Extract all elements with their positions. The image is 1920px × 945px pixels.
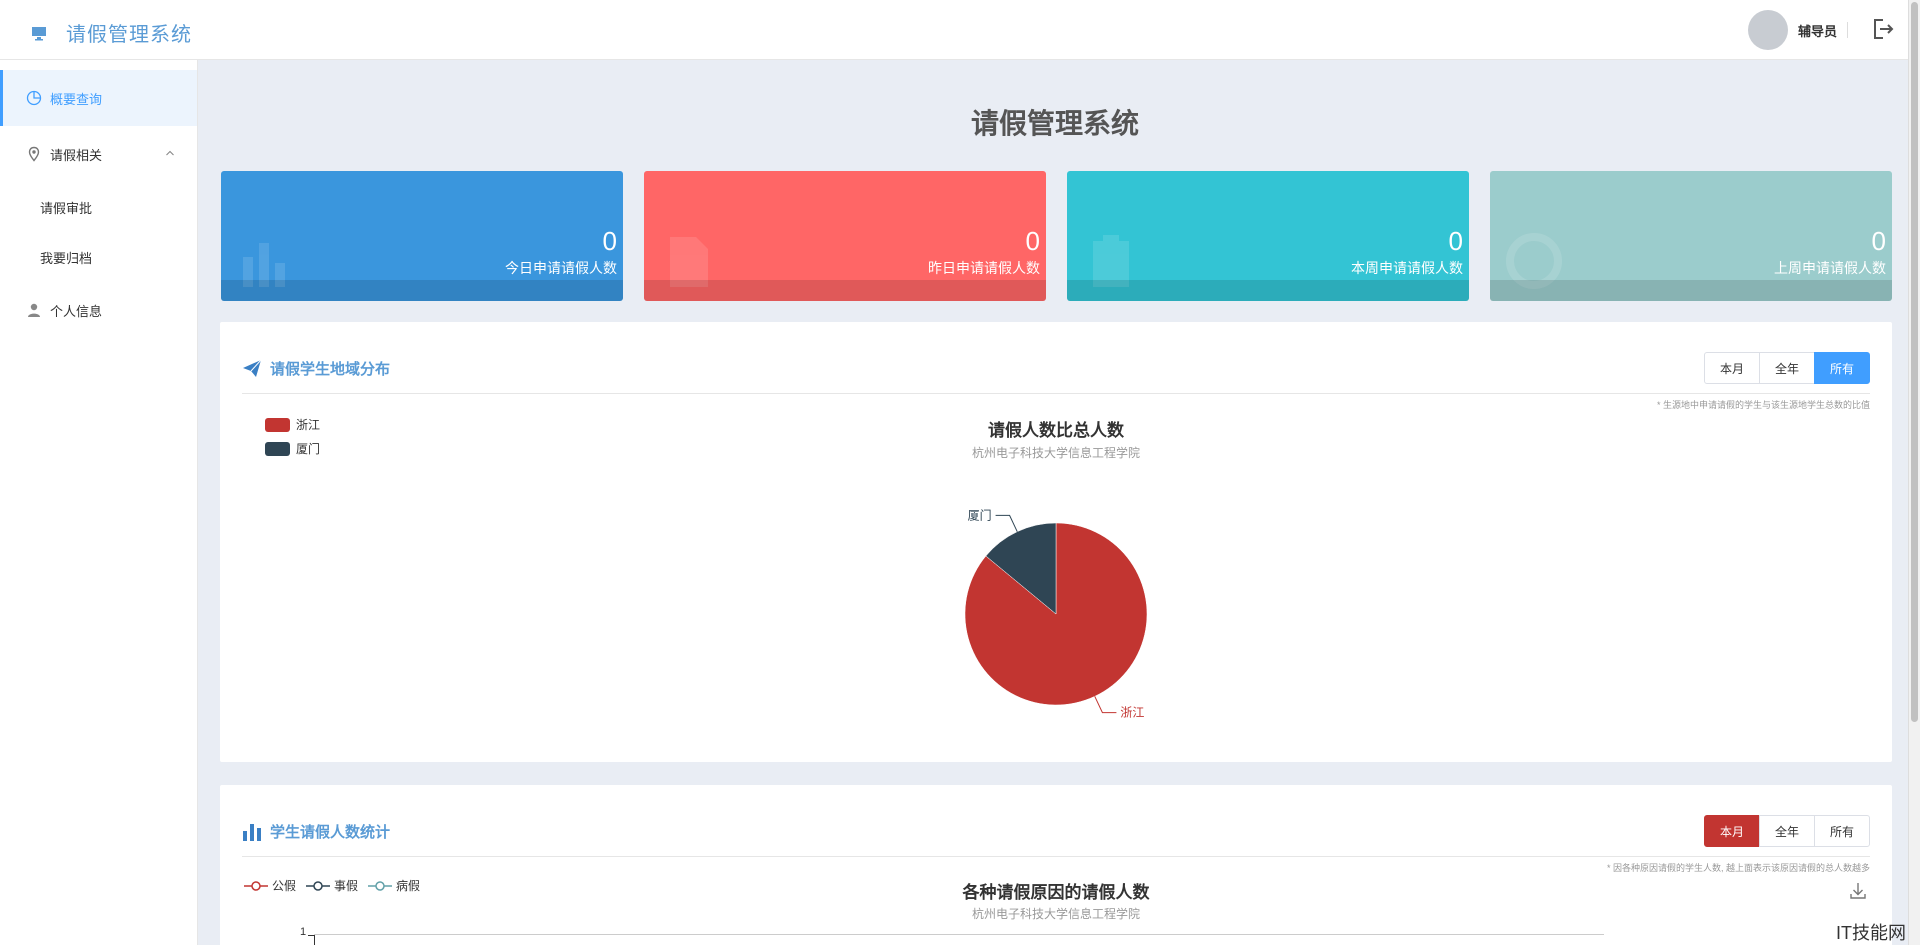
- stat-label: 今日申请请假人数: [505, 260, 617, 276]
- panel-header: 学生请假人数统计 本月 全年 所有: [242, 815, 1870, 857]
- bar-chart-icon: [243, 823, 261, 841]
- stats-panel: 学生请假人数统计 本月 全年 所有 * 因各种原因请假的学生人数, 越上面表示该…: [220, 785, 1892, 945]
- stat-card-yesterday[interactable]: 0 昨日申请请假人数: [644, 171, 1046, 301]
- sidebar-item-archive[interactable]: 我要归档: [0, 232, 197, 282]
- filter-year-button[interactable]: 全年: [1759, 815, 1815, 847]
- y-tick-label: 1: [300, 926, 307, 938]
- logout-icon[interactable]: [1870, 16, 1896, 42]
- stat-card-this-week[interactable]: 0 本周申请请假人数: [1067, 171, 1469, 301]
- pie-chart: 浙江 厦门: [964, 507, 1148, 720]
- panel-title: 学生请假人数统计: [242, 821, 390, 842]
- stat-card-last-week[interactable]: 0 上周申请请假人数: [1490, 171, 1892, 301]
- pie-label: 浙江: [1120, 706, 1144, 720]
- pie-label-line: [995, 514, 1018, 532]
- sidebar-item-label: 个人信息: [50, 303, 103, 319]
- sidebar: 概要查询 请假相关 请假审批 我要归档 个人信息: [0, 60, 198, 945]
- sidebar-item-leave[interactable]: 请假相关: [0, 126, 197, 182]
- stat-value: 0: [1448, 226, 1463, 256]
- stat-footer: [1490, 280, 1892, 301]
- stat-footer: [1067, 280, 1469, 301]
- stat-value: 0: [1871, 226, 1886, 256]
- stat-value: 0: [1025, 226, 1040, 256]
- location-icon: [28, 146, 40, 162]
- monitor-icon: [32, 26, 46, 40]
- panel-title-text: 学生请假人数统计: [270, 824, 391, 841]
- region-panel: 请假学生地域分布 本月 全年 所有 * 生源地中申请请假的学生与该生源地学生总数…: [220, 322, 1892, 762]
- sidebar-item-label: 请假相关: [50, 147, 103, 163]
- pie-chart-icon: [26, 90, 42, 106]
- top-bar: 请假管理系统 辅导员: [0, 0, 1908, 60]
- sidebar-item-approval[interactable]: 请假审批: [0, 182, 197, 232]
- sidebar-item-label: 概要查询: [50, 91, 103, 107]
- stat-card-today[interactable]: 0 今日申请请假人数: [221, 171, 623, 301]
- pie-label: 厦门: [968, 507, 992, 522]
- grid-line: [314, 934, 1604, 935]
- range-toggle: 本月 全年 所有: [1704, 815, 1870, 847]
- avatar[interactable]: [1747, 10, 1788, 50]
- sidebar-item-profile[interactable]: 个人信息: [0, 282, 197, 338]
- brand[interactable]: 请假管理系统: [30, 18, 192, 47]
- vertical-scrollbar[interactable]: [1908, 0, 1920, 945]
- scrollbar-thumb[interactable]: [1911, 2, 1918, 722]
- filter-all-button[interactable]: 所有: [1814, 815, 1870, 847]
- chart-subtitle: 杭州电子科技大学信息工程学院: [971, 907, 1140, 921]
- stat-label: 昨日申请请假人数: [928, 260, 1040, 276]
- chart-title: 各种请假原因的请假人数: [962, 883, 1150, 902]
- pie-label-line: [1094, 696, 1117, 714]
- chart-note: * 因各种原因请假的学生人数, 越上面表示该原因请假的总人数越多: [1606, 863, 1870, 873]
- download-icon[interactable]: [1848, 881, 1868, 901]
- stat-footer: [221, 280, 623, 301]
- chevron-up-icon: [166, 150, 174, 156]
- app-title: 请假管理系统: [66, 24, 192, 46]
- y-axis: [314, 935, 315, 945]
- person-icon: [28, 303, 40, 317]
- divider: [1847, 22, 1848, 38]
- sidebar-item-overview[interactable]: 概要查询: [0, 70, 197, 126]
- stat-value: 0: [602, 226, 617, 256]
- watermark: IT技能网: [1836, 923, 1906, 943]
- stat-label: 上周申请请假人数: [1774, 260, 1886, 276]
- user-name[interactable]: 辅导员: [1798, 21, 1837, 40]
- stat-label: 本周申请请假人数: [1351, 260, 1463, 276]
- user-menu[interactable]: 辅导员: [1747, 10, 1848, 50]
- filter-month-button[interactable]: 本月: [1704, 815, 1760, 847]
- stat-footer: [644, 280, 1046, 301]
- page-title: 请假管理系统: [970, 108, 1139, 139]
